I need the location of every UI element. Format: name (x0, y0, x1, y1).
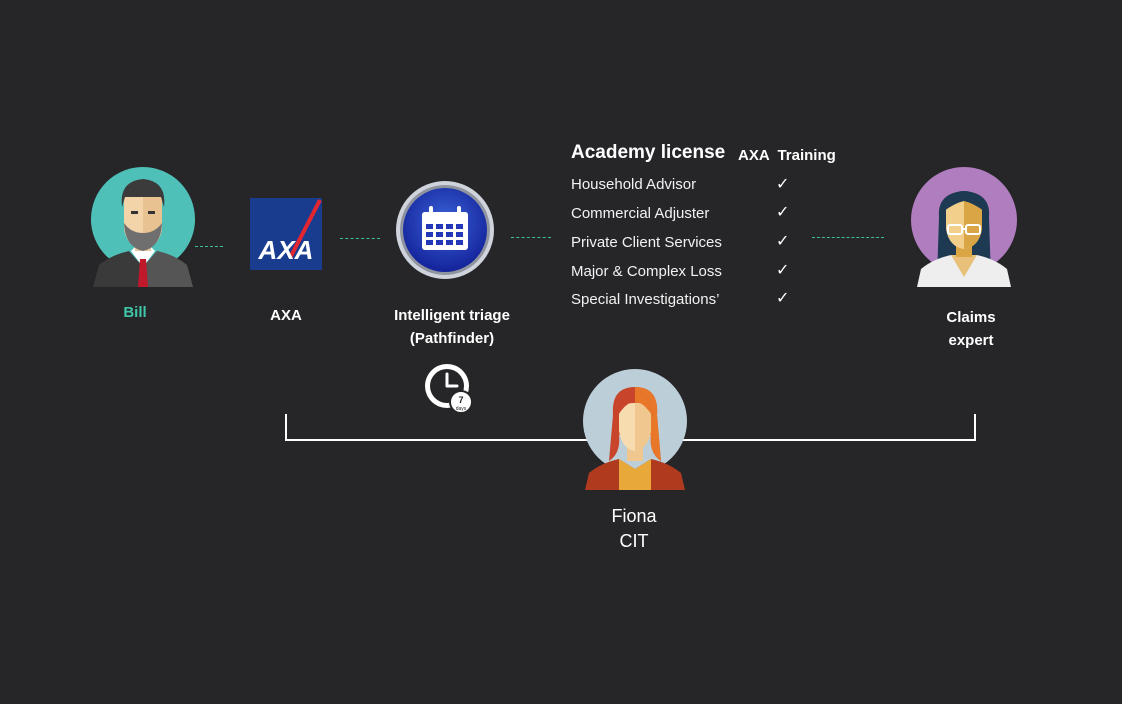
claims-expert-line1: Claims (946, 309, 996, 326)
license-row-check: ✓ (776, 176, 790, 193)
license-row-check: ✓ (776, 262, 790, 279)
license-row-label: Household Advisor (571, 176, 697, 193)
bill-avatar (91, 167, 195, 287)
axa-logo: AXA (250, 198, 322, 270)
calendar-icon (396, 181, 494, 279)
bill-avatar-icon (91, 167, 195, 287)
bill-label: Bill (123, 304, 147, 321)
fiona-avatar-icon (583, 369, 687, 490)
clock-7-days: 7 days (421, 361, 477, 417)
fiona-label: Fiona CIT (584, 504, 684, 554)
academy-license-title: Academy license (571, 142, 726, 163)
claims-expert-label: Claims expert (926, 306, 1016, 352)
axa-training-header: AXA Training (738, 147, 836, 164)
axa-logo-text: AXA (258, 235, 314, 265)
clock-icon: 7 days (425, 364, 473, 414)
clock-badge-number: 7 (458, 395, 463, 405)
license-row-label: Commercial Adjuster (571, 205, 710, 222)
connector-triage-license (511, 237, 551, 238)
connector-axa-triage (340, 238, 380, 239)
license-row-check: ✓ (776, 290, 790, 307)
fiona-avatar (583, 369, 687, 490)
axa-logo-icon: AXA (250, 198, 322, 270)
license-row-label: Private Client Services (571, 234, 722, 251)
claims-expert-icon (911, 167, 1017, 287)
license-row-label: Major & Complex Loss (571, 263, 722, 280)
fiona-role: CIT (619, 531, 649, 551)
connector-license-expert (812, 237, 884, 238)
axa-label: AXA (270, 307, 302, 324)
calendar-button[interactable] (395, 180, 495, 280)
triage-label-line1: Intelligent triage (394, 307, 510, 324)
claims-expert-line2: expert (948, 332, 994, 349)
license-row-check: ✓ (776, 204, 790, 221)
license-row-label: Special Investigations’ (571, 291, 720, 308)
claims-expert-avatar (911, 167, 1017, 287)
clock-badge-unit: days (456, 406, 467, 412)
license-row-check: ✓ (776, 233, 790, 250)
fiona-name: Fiona (611, 506, 657, 526)
triage-label-line2: (Pathfinder) (409, 330, 495, 347)
connector-bill-axa (195, 246, 223, 247)
triage-label: Intelligent triage (Pathfinder) (380, 304, 524, 350)
